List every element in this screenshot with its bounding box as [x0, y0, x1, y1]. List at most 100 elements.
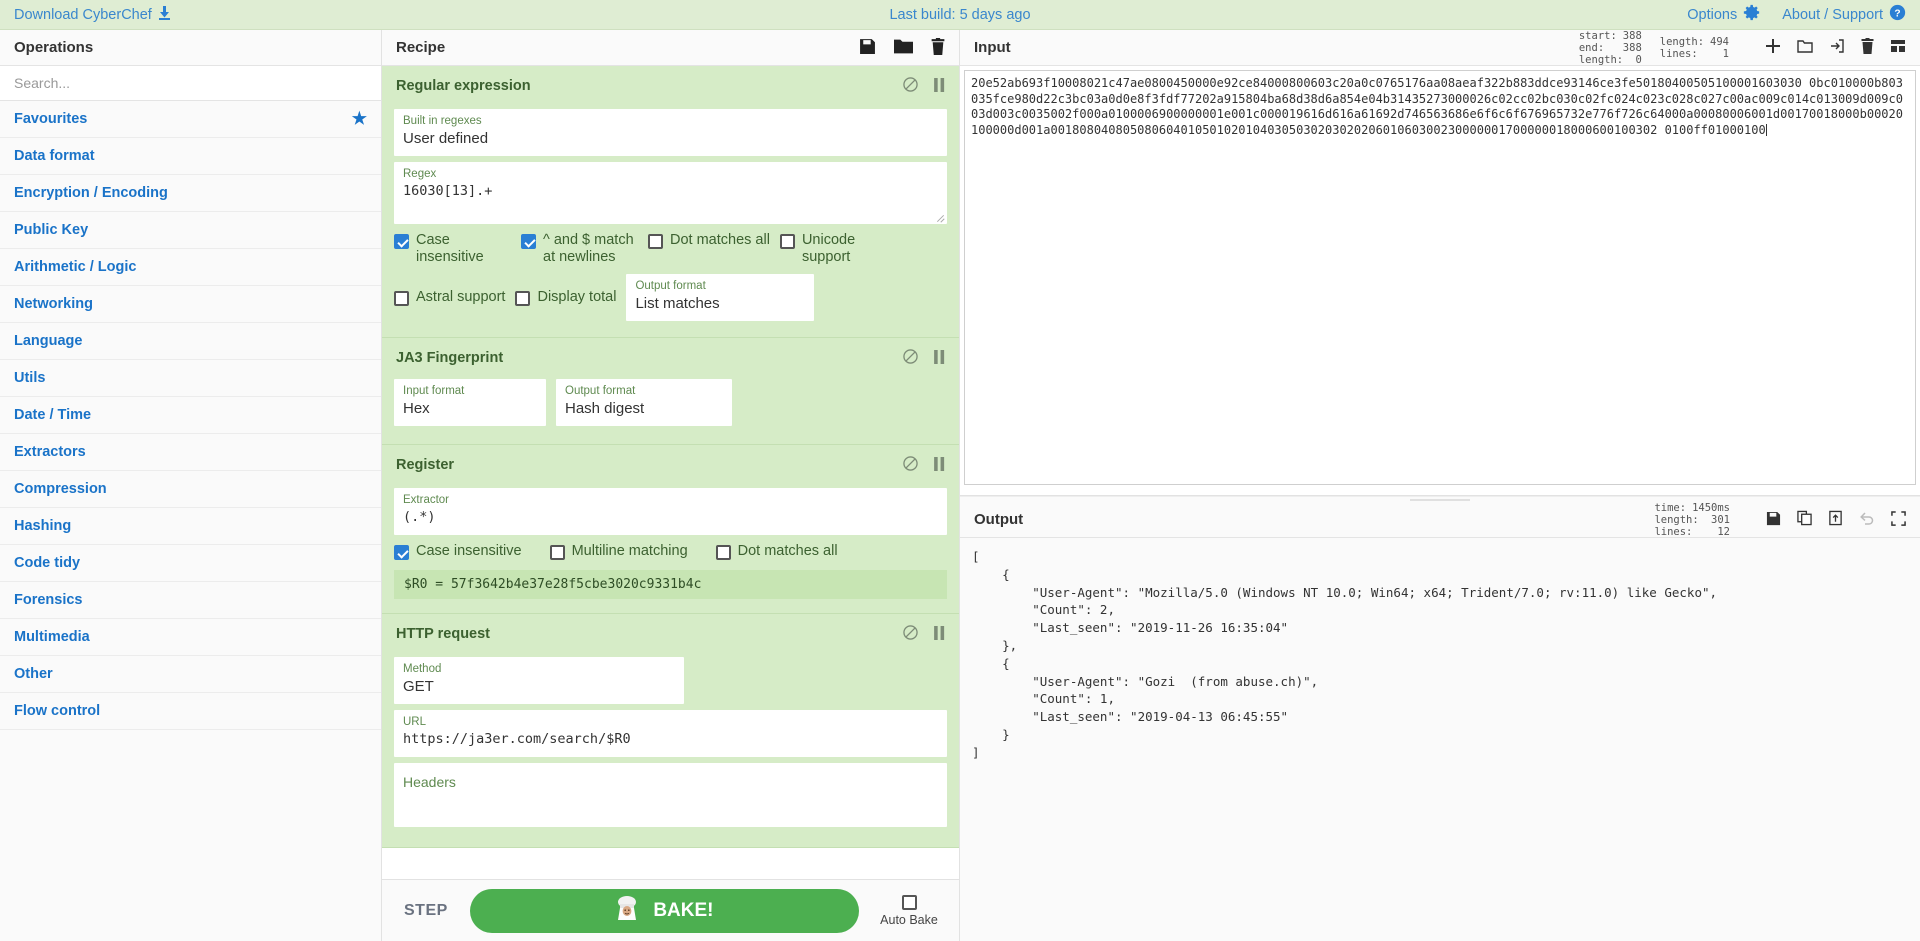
checkbox-label: Display total [537, 289, 617, 305]
import-icon[interactable] [1829, 38, 1845, 57]
checkbox-case-insensitive[interactable]: Case insensitive [394, 543, 522, 560]
app-body: Operations Favourites ★ Data format Encrypt… [0, 30, 1920, 941]
operations-category-extractors[interactable]: Extractors [0, 434, 381, 471]
http-method-field[interactable]: Method GET [394, 657, 684, 704]
trash-icon[interactable] [1861, 38, 1874, 57]
operations-category-flow-control[interactable]: Flow control [0, 693, 381, 730]
recipe-operation-list[interactable]: Regular expression Built in regexes User… [382, 66, 959, 879]
options-link[interactable]: Options [1687, 4, 1760, 25]
output-text: [ { "User-Agent": "Mozilla/5.0 (Windows … [972, 549, 1718, 760]
output-text-area[interactable]: [ { "User-Agent": "Mozilla/5.0 (Windows … [960, 538, 1920, 941]
op-actions [903, 349, 945, 367]
operations-category-code-tidy[interactable]: Code tidy [0, 545, 381, 582]
checkbox-case-insensitive[interactable]: Case insensitive [394, 232, 511, 266]
input-selection-stats: start: 388 end: 388 length: 0 [1579, 30, 1642, 66]
folder-icon[interactable] [894, 38, 913, 58]
checkbox-label: ^ and $ match at newlines [543, 232, 634, 265]
op-title: HTTP request [396, 626, 491, 642]
operations-category-language[interactable]: Language [0, 323, 381, 360]
recipe-panel: Recipe Regular expression Built in regex… [382, 30, 960, 941]
checkbox-astral-support[interactable]: Astral support [394, 289, 505, 306]
folder-open-icon[interactable] [1797, 38, 1813, 57]
checkbox-unicode-support[interactable]: Unicode support [779, 232, 897, 266]
download-cyberchef-label: Download CyberChef [14, 6, 152, 23]
output-header-icons [1766, 510, 1906, 529]
undo-icon[interactable] [1859, 511, 1875, 528]
ja3-input-format-field[interactable]: Input format Hex [394, 379, 546, 426]
plus-icon[interactable] [1765, 38, 1781, 57]
recipe-op-ja3-fingerprint[interactable]: JA3 Fingerprint Input format Hex Output … [382, 338, 959, 445]
register-flag-row: Case insensitive Multiline matching Dot … [394, 543, 947, 560]
operations-category-hashing[interactable]: Hashing [0, 508, 381, 545]
recipe-header: Recipe [382, 30, 959, 66]
banner-right-links: Options About / Support ? [1687, 4, 1906, 25]
ja3-output-format-field[interactable]: Output format Hash digest [556, 379, 732, 426]
trash-icon[interactable] [931, 37, 945, 58]
star-icon[interactable]: ★ [352, 109, 367, 129]
regex-field[interactable]: Regex 16030[13].+ [394, 162, 947, 224]
regex-output-format-field[interactable]: Output format List matches [626, 274, 815, 321]
operations-category-forensics[interactable]: Forensics [0, 582, 381, 619]
operations-category-label: Data format [14, 148, 95, 164]
maximise-icon[interactable] [1891, 510, 1906, 529]
register-extractor-field[interactable]: Extractor (.*) [394, 488, 947, 535]
operations-category-date-time[interactable]: Date / Time [0, 397, 381, 434]
input-textarea[interactable]: 20e52ab693f10008021c47ae0800450000e92ce8… [964, 70, 1916, 485]
bake-button[interactable]: BAKE! [469, 888, 859, 933]
download-cyberchef-link[interactable]: Download CyberChef [14, 5, 171, 24]
recipe-op-regular-expression[interactable]: Regular expression Built in regexes User… [382, 66, 959, 338]
save-icon[interactable] [1766, 511, 1781, 529]
method-label: Method [403, 663, 442, 675]
checkbox-anchors-newlines[interactable]: ^ and $ match at newlines [521, 232, 638, 266]
step-button[interactable]: STEP [396, 902, 456, 920]
pause-icon[interactable] [934, 349, 945, 367]
output-panel: Output time: 1450ms length: 301 lines: 12 [960, 502, 1920, 941]
http-headers-field[interactable]: Headers [394, 763, 947, 827]
top-banner: Download CyberChef Last build: 5 days ag… [0, 0, 1920, 30]
operations-category-utils[interactable]: Utils [0, 360, 381, 397]
operations-category-favourites[interactable]: Favourites ★ [0, 101, 381, 138]
checkbox-multiline-matching[interactable]: Multiline matching [549, 543, 688, 560]
operations-category-data-format[interactable]: Data format [0, 138, 381, 175]
auto-bake-toggle[interactable]: Auto Bake [873, 894, 945, 927]
regex-value: 16030[13].+ [403, 183, 493, 199]
checkbox-box [394, 234, 409, 249]
operations-category-encryption-encoding[interactable]: Encryption / Encoding [0, 175, 381, 212]
pause-icon[interactable] [934, 77, 945, 95]
last-build-text: Last build: 5 days ago [889, 6, 1031, 23]
checkbox-display-total[interactable]: Display total [515, 289, 616, 306]
builtin-regexes-field[interactable]: Built in regexes User defined [394, 109, 947, 156]
op-title: Regular expression [396, 78, 531, 94]
disable-icon[interactable] [903, 456, 918, 474]
disable-icon[interactable] [903, 625, 918, 643]
disable-icon[interactable] [903, 349, 918, 367]
operations-category-other[interactable]: Other [0, 656, 381, 693]
http-url-field[interactable]: URL https://ja3er.com/search/$R0 [394, 710, 947, 757]
save-icon[interactable] [859, 38, 876, 58]
operations-category-arithmetic-logic[interactable]: Arithmetic / Logic [0, 249, 381, 286]
input-header-icons [1765, 38, 1906, 57]
about-support-link[interactable]: About / Support ? [1782, 4, 1906, 25]
input-stat-key: length: [1659, 35, 1705, 48]
output-format-label: Output format [565, 385, 636, 397]
input-stat-key: length: [1578, 53, 1624, 66]
move-to-input-icon[interactable] [1828, 510, 1843, 529]
operations-category-compression[interactable]: Compression [0, 471, 381, 508]
regex-resize-handle[interactable] [935, 212, 945, 222]
op-actions [903, 77, 945, 95]
recipe-op-http-request[interactable]: HTTP request Method GET URL https://ja3e… [382, 614, 959, 848]
search-input[interactable] [0, 66, 381, 100]
copy-icon[interactable] [1797, 510, 1812, 529]
disable-icon[interactable] [903, 77, 918, 95]
recipe-op-register[interactable]: Register Extractor (.*) Case insensitive… [382, 445, 959, 614]
pause-icon[interactable] [934, 456, 945, 474]
operations-category-networking[interactable]: Networking [0, 286, 381, 323]
operations-category-public-key[interactable]: Public Key [0, 212, 381, 249]
operations-category-list[interactable]: Favourites ★ Data format Encryption / Encod… [0, 101, 381, 941]
checkbox-dot-matches-all[interactable]: Dot matches all [715, 543, 838, 560]
operations-category-multimedia[interactable]: Multimedia [0, 619, 381, 656]
tabs-icon[interactable] [1890, 38, 1906, 57]
checkbox-dot-matches-all[interactable]: Dot matches all [648, 232, 770, 249]
op-header: JA3 Fingerprint [394, 346, 947, 375]
pause-icon[interactable] [934, 625, 945, 643]
